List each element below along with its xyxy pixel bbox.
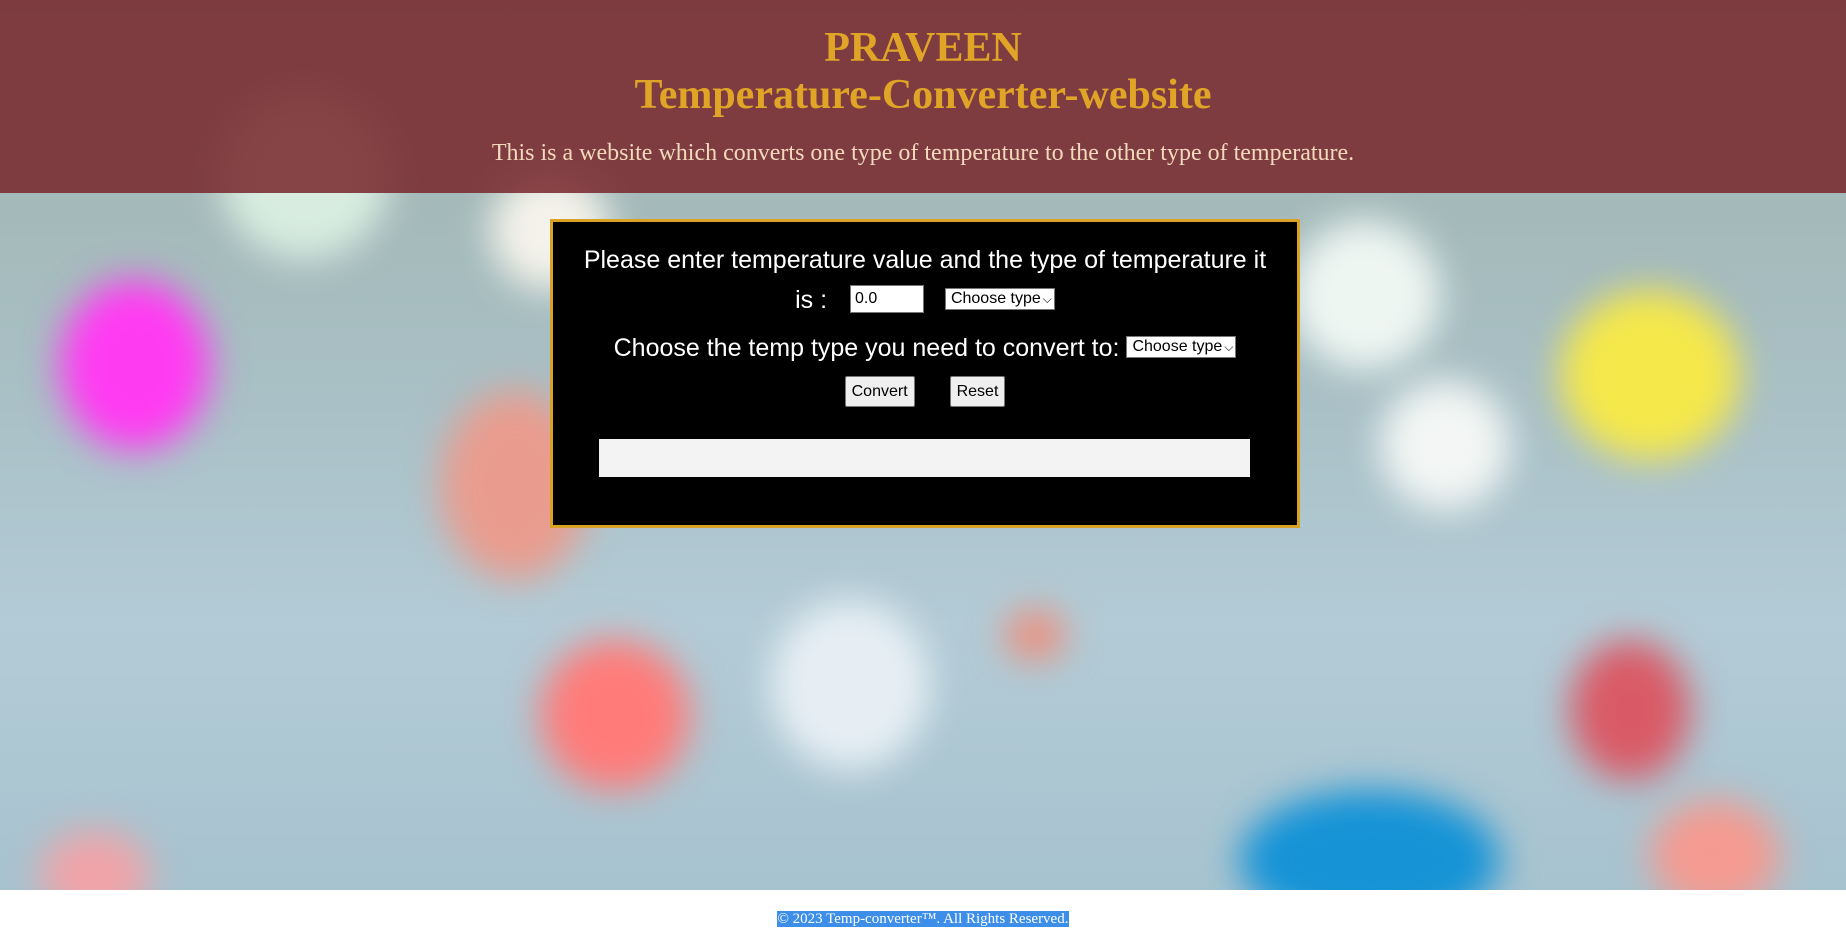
bokeh-light — [540, 640, 690, 790]
bokeh-light — [60, 280, 210, 450]
reset-button[interactable]: Reset — [949, 376, 1006, 407]
temperature-input[interactable] — [850, 285, 924, 314]
bokeh-light — [1570, 640, 1690, 780]
to-type-select[interactable]: Choose type ⌵ — [1126, 336, 1237, 359]
from-type-select[interactable]: Choose type ⌵ — [944, 288, 1055, 311]
copyright-text: © 2023 Temp-converter™. All Rights Reser… — [776, 911, 1070, 927]
convert-button[interactable]: Convert — [844, 376, 915, 407]
from-type-selected: Choose type — [950, 290, 1041, 308]
bokeh-light — [1380, 380, 1510, 510]
result-output — [599, 439, 1250, 477]
bokeh-light — [1005, 610, 1065, 660]
site-header: PRAVEEN Temperature-Converter-website Th… — [0, 0, 1846, 193]
bokeh-light — [1240, 790, 1500, 890]
bokeh-light — [1650, 800, 1780, 890]
bokeh-light — [1290, 220, 1440, 370]
bokeh-light — [1560, 290, 1740, 460]
input-row: is : Choose type ⌵ — [553, 285, 1297, 315]
chevron-down-icon: ⌵ — [1042, 291, 1052, 306]
bokeh-light — [40, 830, 150, 890]
author-heading: PRAVEEN — [824, 25, 1022, 71]
prompt-line-end: is : — [795, 286, 828, 314]
to-type-selected: Choose type — [1132, 338, 1223, 356]
bokeh-light — [770, 600, 930, 770]
site-title: Temperature-Converter-website — [634, 72, 1212, 118]
target-prompt: Choose the temp type you need to convert… — [613, 334, 1120, 362]
site-tagline: This is a website which converts one typ… — [491, 140, 1355, 166]
target-row: Choose the temp type you need to convert… — [553, 334, 1297, 363]
site-footer: © 2023 Temp-converter™. All Rights Reser… — [0, 890, 1846, 938]
prompt-line: Please enter temperature value and the t… — [583, 246, 1267, 274]
chevron-down-icon: ⌵ — [1224, 339, 1234, 354]
converter-panel: Please enter temperature value and the t… — [550, 219, 1300, 528]
button-row: Convert Reset — [553, 374, 1297, 407]
